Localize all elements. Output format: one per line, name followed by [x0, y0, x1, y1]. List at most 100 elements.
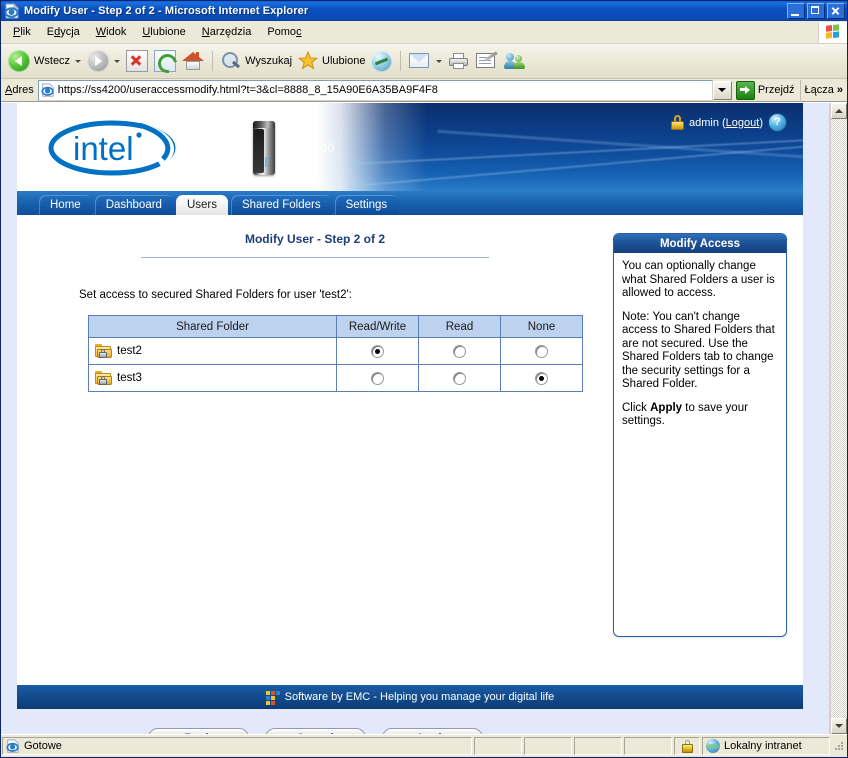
tab-home[interactable]: Home [39, 195, 92, 215]
mail-dropdown-icon[interactable] [436, 59, 443, 63]
minimize-button[interactable] [787, 3, 805, 19]
windows-logo-button[interactable] [818, 21, 847, 43]
menu-item-plik[interactable]: Plik [5, 24, 39, 40]
edit-button[interactable] [473, 47, 501, 75]
tab-settings[interactable]: Settings [334, 195, 399, 215]
mail-button[interactable] [406, 47, 445, 75]
intel-logo: intel [47, 119, 177, 177]
table-row: test2 [88, 337, 583, 365]
security-pane[interactable] [674, 737, 700, 755]
web-page: intel ss4200 admin (Logout) ? Home Dashb… [17, 103, 803, 734]
menu-item-narzedzia[interactable]: Narzędzia [194, 24, 260, 40]
home-button[interactable] [179, 47, 207, 75]
search-button[interactable]: Wyszukaj [218, 47, 295, 75]
history-button[interactable] [368, 47, 395, 75]
radio-test2-none[interactable] [535, 344, 548, 358]
cell-read-write[interactable] [336, 337, 419, 365]
address-bar: Adres https://ss4200/useraccessmodify.ht… [1, 79, 847, 102]
links-button[interactable]: Łącza » [799, 80, 847, 100]
radio-test3-none[interactable] [535, 371, 548, 385]
messenger-icon [504, 52, 526, 70]
apply-button[interactable]: Apply [381, 728, 483, 734]
menu-item-widok[interactable]: Widok [88, 24, 135, 40]
refresh-icon [154, 50, 177, 72]
resize-grip[interactable] [833, 740, 845, 752]
tab-users[interactable]: Users [175, 195, 228, 215]
toolbar-separator-2 [400, 51, 402, 71]
tab-shared-folders[interactable]: Shared Folders [230, 195, 332, 215]
help-icon[interactable]: ? [768, 113, 787, 132]
menu-item-edycja[interactable]: Edycja [39, 24, 88, 40]
logout-link[interactable]: Logout [726, 117, 760, 129]
browser-window: Modify User - Step 2 of 2 - Microsoft In… [0, 0, 848, 758]
page-canvas: intel ss4200 admin (Logout) ? Home Dashb… [1, 103, 830, 734]
browser-toolbar: Wstecz Wyszukaj Ulubione [1, 44, 847, 79]
forward-button[interactable] [84, 47, 123, 75]
account-suffix: ) [759, 116, 763, 129]
back-button-label: Wstecz [34, 55, 71, 67]
cell-none[interactable] [500, 337, 583, 365]
back-button-page[interactable]: Back [147, 728, 249, 734]
maximize-button[interactable] [807, 3, 825, 19]
radio-test2-readwrite[interactable] [371, 344, 384, 358]
cell-none[interactable] [500, 364, 583, 392]
cell-read-write[interactable] [336, 364, 419, 392]
status-pane-2 [524, 737, 572, 755]
status-message-pane: Gotowe [2, 737, 472, 755]
site-nav: Home Dashboard Users Shared Folders Sett… [17, 191, 803, 215]
cancel-button[interactable]: Cancel [264, 728, 366, 734]
column-header-read: Read [418, 315, 501, 338]
menu-item-pomoc[interactable]: Pomoc [259, 24, 309, 40]
menu-item-ulubione[interactable]: Ulubione [134, 24, 193, 40]
action-buttons: Back Cancel Apply [17, 728, 613, 734]
help-paragraph-3: Click Apply to save your settings. [622, 402, 778, 429]
page-scrollbar[interactable] [830, 103, 847, 734]
chevron-right-icon: » [836, 84, 843, 96]
device-name-label: ss4200 [293, 141, 335, 155]
back-button[interactable]: Wstecz [5, 47, 84, 75]
search-icon [221, 51, 241, 71]
radio-test3-read[interactable] [453, 371, 466, 385]
scroll-up-button[interactable] [831, 103, 847, 119]
address-input[interactable]: https://ss4200/useraccessmodify.html?t=3… [37, 79, 713, 101]
secured-folder-icon [95, 371, 112, 385]
help-panel-title: Modify Access [614, 234, 786, 253]
toolbar-separator [212, 51, 214, 71]
cell-folder-name: test2 [88, 337, 337, 365]
go-button[interactable]: Przejdź [733, 80, 800, 100]
folder-name-label: test3 [117, 372, 142, 384]
ie-status-icon [6, 739, 20, 753]
security-zone-pane[interactable]: Lokalny intranet [702, 737, 830, 755]
scroll-down-button[interactable] [831, 718, 847, 734]
mail-icon [409, 53, 431, 69]
help-p3-before: Click [622, 401, 651, 414]
site-footer: Software by EMC - Helping you manage you… [17, 685, 803, 709]
cell-read[interactable] [418, 364, 501, 392]
tab-dashboard[interactable]: Dashboard [94, 195, 173, 215]
main-column: Modify User - Step 2 of 2 Set access to … [17, 215, 613, 734]
edit-page-icon [476, 50, 499, 70]
print-button[interactable] [445, 47, 473, 75]
stop-button[interactable] [123, 47, 151, 75]
close-button[interactable] [827, 3, 845, 19]
window-title: Modify User - Step 2 of 2 - Microsoft In… [24, 5, 309, 17]
address-dropdown-button[interactable] [712, 80, 732, 100]
back-dropdown-icon[interactable] [75, 59, 82, 63]
table-header-row: Shared Folder Read/Write Read None [88, 315, 583, 338]
status-pane-4 [624, 737, 672, 755]
cell-read[interactable] [418, 337, 501, 365]
refresh-button[interactable] [151, 47, 179, 75]
page-favicon-icon [41, 83, 55, 97]
links-label: Łącza [804, 84, 834, 96]
account-area: admin (Logout) ? [670, 113, 787, 132]
favorites-button[interactable]: Ulubione [295, 47, 368, 75]
browser-viewport: intel ss4200 admin (Logout) ? Home Dashb… [1, 102, 847, 734]
help-panel-body: You can optionally change what Shared Fo… [614, 253, 786, 636]
title-divider [141, 257, 489, 258]
forward-dropdown-icon[interactable] [114, 59, 121, 63]
windows-flag-icon [825, 24, 841, 40]
radio-test2-read[interactable] [453, 344, 466, 358]
status-pane-3 [574, 737, 622, 755]
messenger-button[interactable] [501, 47, 529, 75]
radio-test3-readwrite[interactable] [371, 371, 384, 385]
